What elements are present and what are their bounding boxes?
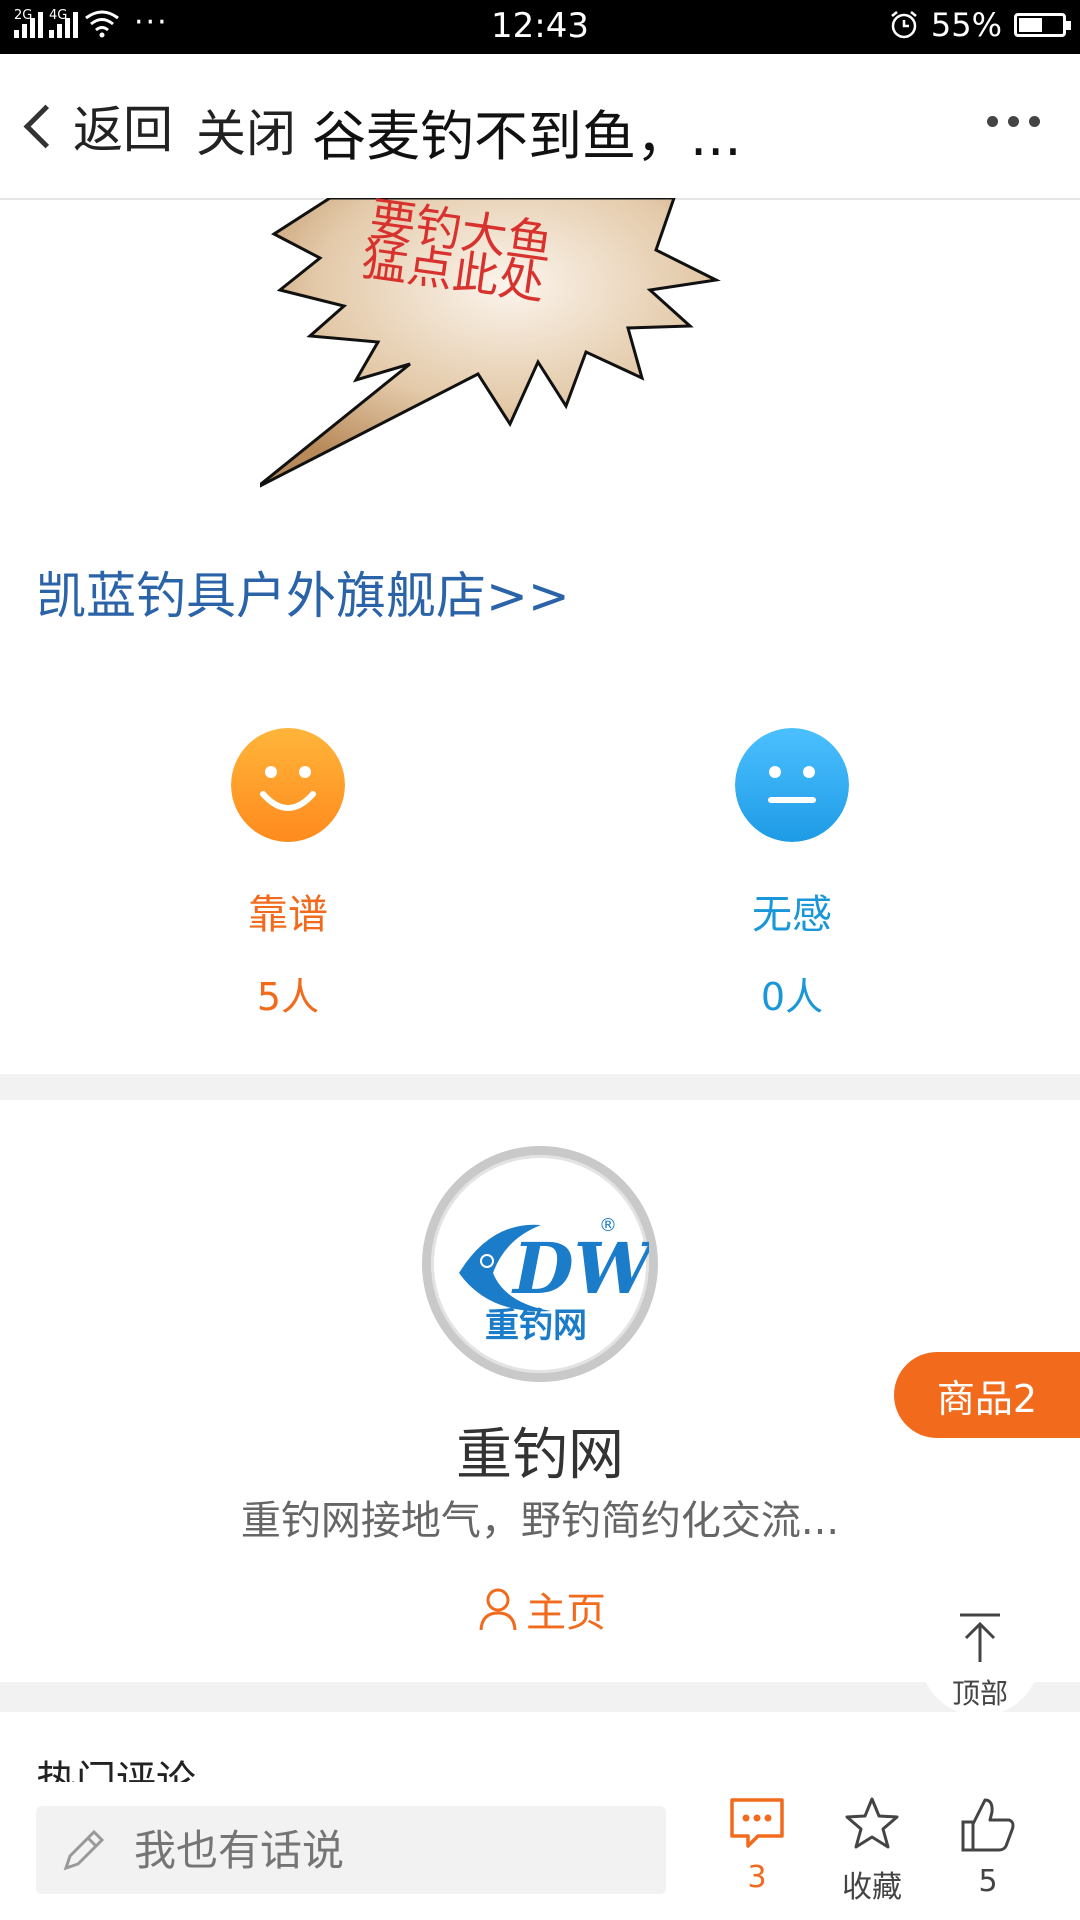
- reaction-indifferent-label: 无感: [752, 892, 832, 938]
- reaction-reliable-count: 5人: [256, 975, 320, 1019]
- favorite-label: 收藏: [842, 1870, 902, 1905]
- thumbs-up-icon: [961, 1798, 1015, 1852]
- logo-letters: DW: [511, 1227, 649, 1310]
- back-to-top-label: 顶部: [951, 1677, 1008, 1710]
- arrow-up-icon: [960, 1613, 1000, 1662]
- neutral-face-icon: [735, 728, 849, 842]
- back-button[interactable]: 返回: [18, 90, 173, 162]
- logo-caption: 重钓网: [485, 1306, 587, 1346]
- author-avatar[interactable]: DW ® 重钓网: [422, 1146, 658, 1382]
- status-bar: 2G 4G ··· 12:43 55%: [0, 0, 1080, 54]
- fish-logo-icon: DW ® 重钓网: [459, 1215, 649, 1346]
- pencil-icon: [63, 1829, 105, 1871]
- shop-link[interactable]: 凯蓝钓具户外旗舰店>>: [36, 556, 570, 628]
- reaction-indifferent-count: 0人: [760, 975, 824, 1019]
- section-divider-2: [0, 1682, 1080, 1712]
- comment-bubble-icon: [730, 1798, 784, 1848]
- hot-comments-heading: 热门评论: [36, 1758, 196, 1782]
- ad-banner[interactable]: 要钓大鱼 猛点此处: [260, 198, 820, 488]
- comment-input[interactable]: [132, 1824, 616, 1876]
- smile-face-icon: [231, 728, 345, 842]
- bottom-bar: 3 收藏 5: [0, 1782, 1080, 1920]
- reaction-reliable-label: 靠谱: [248, 892, 328, 938]
- goods-tab-button[interactable]: 商品2: [894, 1352, 1080, 1438]
- comment-count: 3: [747, 1860, 767, 1895]
- chevron-left-icon: [23, 104, 68, 148]
- favorite-button[interactable]: 收藏: [822, 1796, 922, 1906]
- star-icon: [845, 1797, 899, 1849]
- alarm-icon: [891, 11, 917, 39]
- like-count: 5: [978, 1864, 998, 1899]
- person-icon: [479, 1588, 517, 1631]
- goods-tab-label: 商品2: [936, 1376, 1038, 1421]
- homepage-label: 主页: [526, 1590, 606, 1636]
- like-button[interactable]: 5: [938, 1796, 1038, 1899]
- back-to-top-button[interactable]: 顶部: [920, 1596, 1040, 1716]
- reaction-indifferent-button[interactable]: 无感 0人: [672, 728, 912, 1021]
- comment-count-button[interactable]: 3: [707, 1796, 807, 1895]
- back-label: 返回: [73, 101, 173, 159]
- author-description: 重钓网接地气，野钓简约化交流...: [240, 1498, 840, 1544]
- battery-icon: [1014, 13, 1071, 37]
- more-options-icon[interactable]: [987, 116, 1040, 127]
- battery-percent: 55%: [930, 6, 1002, 44]
- comment-input-box[interactable]: [36, 1806, 666, 1894]
- close-button[interactable]: 关闭: [196, 94, 296, 166]
- logo-registered: ®: [599, 1215, 617, 1236]
- nav-bar: 返回 关闭 谷麦钓不到鱼，...: [0, 54, 1080, 200]
- section-divider: [0, 1074, 1080, 1100]
- reaction-reliable-button[interactable]: 靠谱 5人: [168, 728, 408, 1021]
- page-title: 谷麦钓不到鱼，...: [312, 105, 742, 168]
- homepage-link[interactable]: 主页: [478, 1580, 606, 1638]
